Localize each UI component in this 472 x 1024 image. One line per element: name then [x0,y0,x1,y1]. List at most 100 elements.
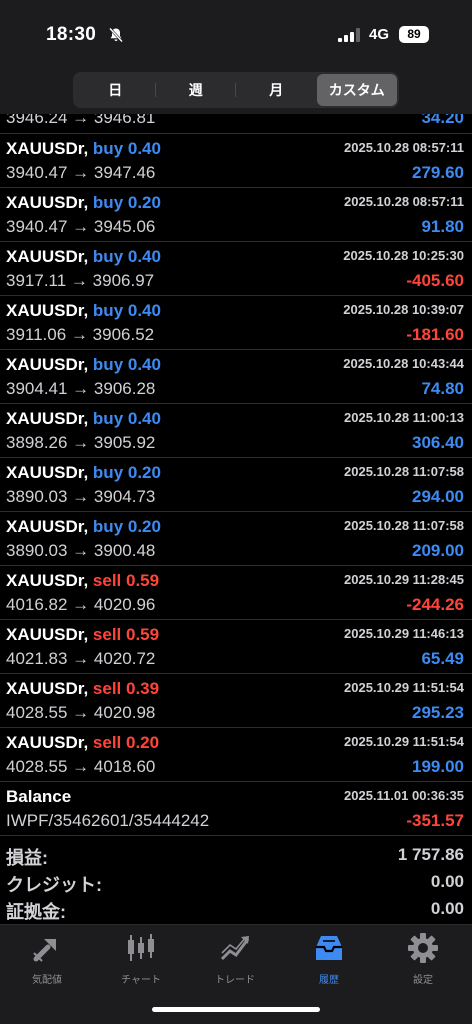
close-price: 3904.73 [93,487,156,506]
open-price: 3940.47 [6,217,68,236]
trade-title: XAUUSDr, sell 0.59 [6,625,159,645]
chart-icon [128,934,154,961]
trade-title: XAUUSDr, buy 0.40 [6,409,161,429]
tab-label: トレード [215,975,255,986]
period-header: 日 週 月 カスタム [0,66,472,114]
segment-custom[interactable]: カスタム [316,74,397,106]
trade-symbol: XAUUSDr, [6,355,89,374]
tab-label: チャート [121,975,161,986]
open-price: 3904.41 [6,379,68,398]
segment-month[interactable]: 月 [236,74,317,106]
close-price: 4020.96 [93,595,156,614]
close-price: 3945.06 [93,217,156,236]
trade-prices: 3917.11 → 3906.97 [6,271,154,291]
trade-title: XAUUSDr, buy 0.40 [6,247,161,267]
close-price: 4020.98 [93,703,156,722]
trade-side: buy 0.40 [92,355,161,374]
list-item[interactable]: XAUUSDr, buy 0.40 2025.10.28 10:25:30 3917… [0,242,472,296]
tab-history[interactable]: 履歴 [282,931,376,986]
list-item[interactable]: XAUUSDr, buy 0.20 2025.10.28 11:07:58 3890… [0,512,472,566]
list-item[interactable]: XAUUSDr, buy 0.20 2025.10.28 08:57:11 3940… [0,188,472,242]
trade-prices: 3890.03 → 3900.48 [6,541,155,561]
signal-icon [338,28,360,42]
open-price: 3890.03 [6,487,68,506]
history-list[interactable]: 3946.24 → 3946.81 34.20 XAUUSDr, buy 0.4… [0,114,472,840]
summary-margin-row: 証拠金: 0.00 [0,894,472,922]
open-price: 4028.55 [6,757,68,776]
list-item[interactable]: XAUUSDr, buy 0.40 2025.10.28 08:57:11 3940… [0,134,472,188]
trade-side: buy 0.40 [92,409,161,428]
summary-credit-row: クレジット: 0.00 [0,867,472,895]
close-price: 3906.97 [92,271,155,290]
list-item[interactable]: XAUUSDr, buy 0.40 2025.10.28 10:39:07 3911… [0,296,472,350]
list-item[interactable]: 3946.24 → 3946.81 34.20 [0,114,472,134]
trade-side: buy 0.40 [92,247,161,266]
trade-datetime: 2025.10.28 08:57:11 [344,140,464,155]
tab-label: 履歴 [319,975,339,986]
arrow-right-icon: → [67,163,94,182]
list-item[interactable]: XAUUSDr, buy 0.40 2025.10.28 10:43:44 3904… [0,350,472,404]
trade-title: XAUUSDr, sell 0.39 [6,679,159,699]
tab-bar: 気配値 チャート トレード 履歴 設定 [0,924,472,1024]
home-indicator[interactable] [152,1007,320,1012]
close-price: 4018.60 [93,757,156,776]
trade-prices: 4028.55 → 4018.60 [6,757,155,777]
trade-side: buy 0.20 [92,517,161,536]
tab-settings[interactable]: 設定 [376,931,470,986]
trade-datetime: 2025.10.28 11:07:58 [344,518,464,533]
arrow-right-icon: → [67,433,94,452]
list-item[interactable]: XAUUSDr, sell 0.59 2025.10.29 11:28:45 401… [0,566,472,620]
arrow-right-icon: → [67,649,94,668]
tab-label: 気配値 [32,975,62,986]
list-item[interactable]: XAUUSDr, sell 0.20 2025.10.29 11:51:54 402… [0,728,472,782]
trade-datetime: 2025.10.28 10:39:07 [343,302,464,317]
trade-datetime: 2025.10.28 11:07:58 [344,464,464,479]
trade-profit: -181.60 [406,325,464,344]
quotes-icon [33,939,56,962]
balance-row[interactable]: Balance 2025.11.01 00:36:35 IWPF/3546260… [0,782,472,836]
arrow-right-icon: → [67,703,94,722]
list-item[interactable]: XAUUSDr, sell 0.39 2025.10.29 11:51:54 402… [0,674,472,728]
trade-symbol: XAUUSDr, [6,733,89,752]
close-price: 4020.72 [93,649,156,668]
trade-datetime: 2025.10.29 11:46:13 [344,626,464,641]
trade-title: XAUUSDr, buy 0.40 [6,355,161,375]
tab-chart[interactable]: チャート [94,931,188,986]
arrow-right-icon: → [67,487,94,506]
tab-quotes[interactable]: 気配値 [0,931,94,986]
balance-datetime: 2025.11.01 00:36:35 [344,788,464,803]
trade-title: XAUUSDr, buy 0.20 [6,193,161,213]
close-price: 3906.28 [93,379,156,398]
trade-profit: -244.26 [406,595,464,614]
trade-side: buy 0.20 [92,193,161,212]
trade-symbol: XAUUSDr, [6,301,89,320]
arrow-right-icon: → [67,595,94,614]
list-item[interactable]: XAUUSDr, buy 0.40 2025.10.28 11:00:13 3898… [0,404,472,458]
segment-day[interactable]: 日 [75,74,156,106]
trade-profit: -405.60 [406,271,464,290]
trade-side: buy 0.40 [92,139,161,158]
open-price: 3911.06 [6,325,67,344]
trade-prices: 4028.55 → 4020.98 [6,703,155,723]
trade-side: buy 0.20 [92,463,161,482]
list-item[interactable]: XAUUSDr, sell 0.59 2025.10.29 11:46:13 402… [0,620,472,674]
arrow-right-icon: → [67,757,94,776]
list-item[interactable]: XAUUSDr, buy 0.20 2025.10.28 11:07:58 3890… [0,458,472,512]
open-price: 3940.47 [6,163,68,182]
arrow-right-icon: → [66,271,93,290]
trade-profit: 91.80 [421,217,464,236]
trade-title: XAUUSDr, buy 0.20 [6,463,161,483]
segment-week[interactable]: 週 [156,74,237,106]
tab-trade[interactable]: トレード [188,931,282,986]
trade-profit: 306.40 [412,433,464,452]
arrow-right-icon: → [67,217,94,236]
close-price: 3900.48 [93,541,156,560]
balance-amount: -351.57 [406,811,464,830]
open-price: 4028.55 [6,703,68,722]
open-price: 3890.03 [6,541,68,560]
trade-symbol: XAUUSDr, [6,139,89,158]
trade-title: XAUUSDr, buy 0.40 [6,301,161,321]
open-price: 4021.83 [6,649,68,668]
bell-muted-icon [109,27,123,43]
trade-profit: 65.49 [421,649,464,668]
